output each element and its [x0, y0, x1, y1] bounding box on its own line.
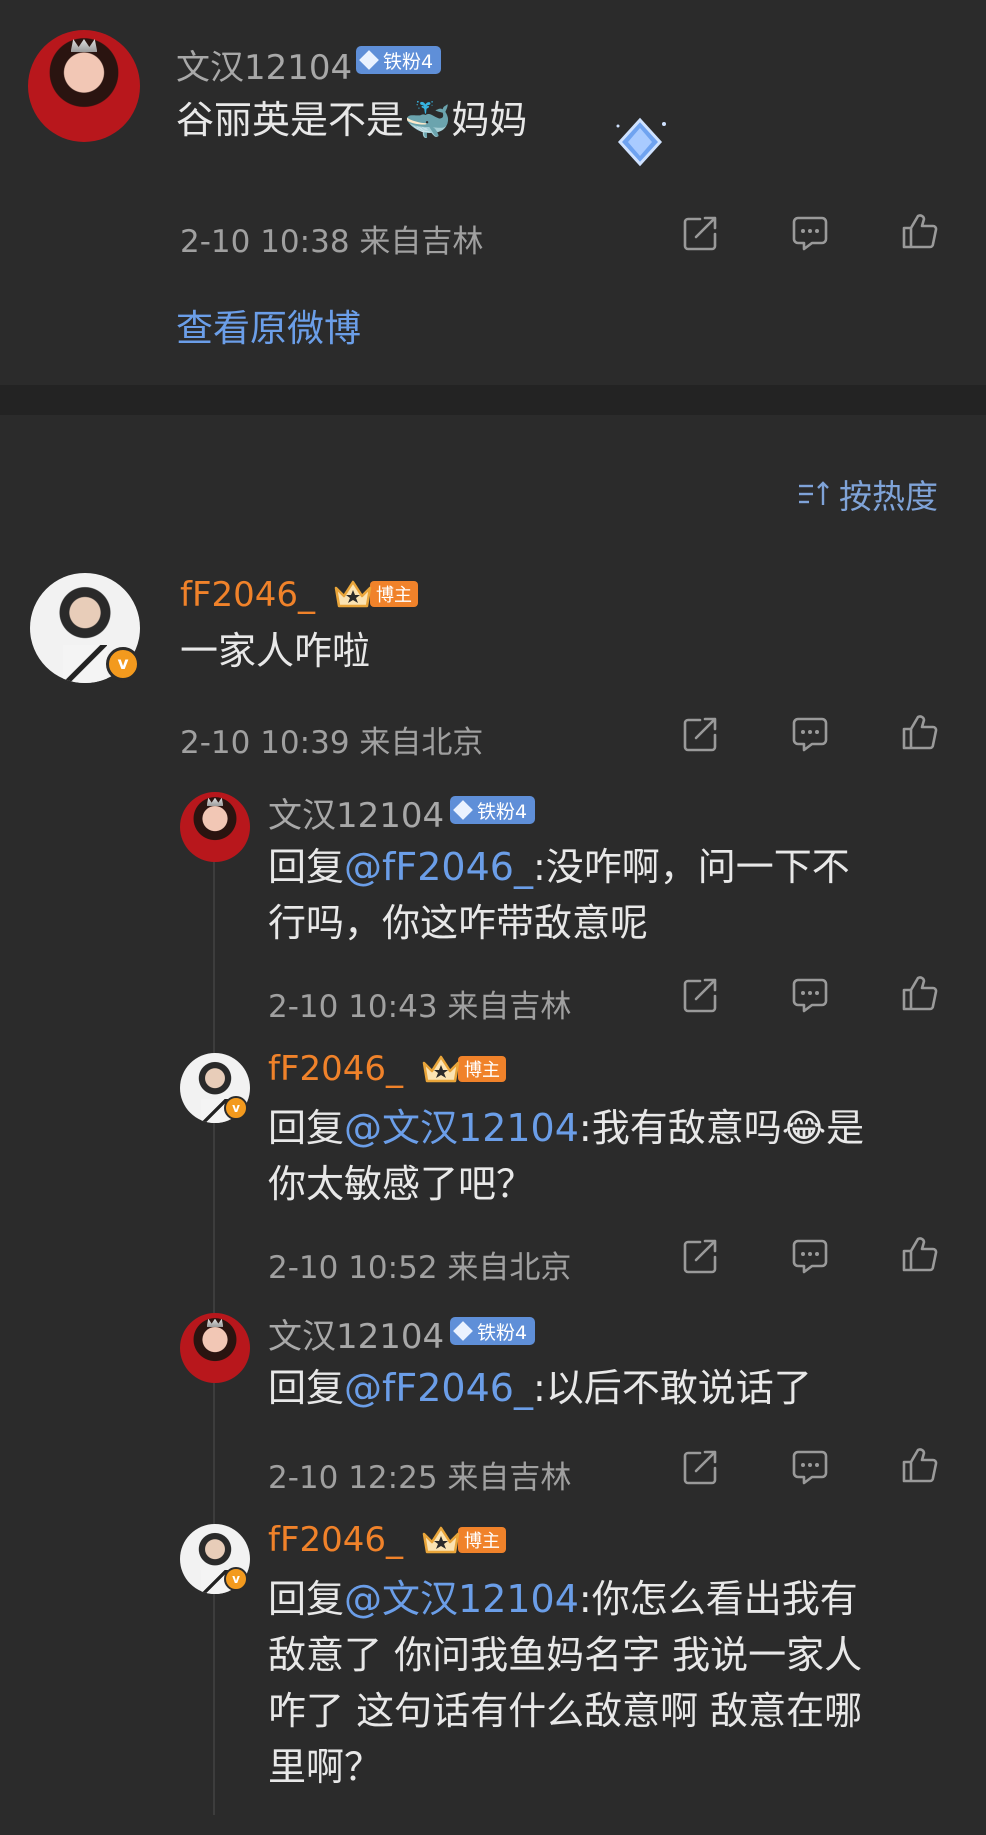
comment-icon[interactable] [790, 975, 830, 1015]
comment-icon[interactable] [790, 714, 830, 754]
fan-badge-label: 铁粉4 [477, 1321, 528, 1344]
reply-text-line3: 咋了 这句话有什么敌意啊 敌意在哪 [268, 1689, 863, 1733]
reply-meta: 2-10 10:52 来自北京 [268, 1250, 572, 1286]
reply-text: 回复@fF2046_:没咋啊，问一下不 行吗，你这咋带敌意呢 [268, 839, 850, 951]
reply-text-line1a: :我有敌意吗 [578, 1106, 782, 1150]
reply-prefix: 回复 [268, 845, 345, 889]
post-text: 谷丽英是不是🐳妈妈 [176, 92, 527, 148]
reply-meta: 2-10 10:43 来自吉林 [268, 989, 572, 1025]
tiara-decoration [206, 797, 224, 806]
share-icon[interactable] [680, 213, 720, 253]
diamond-icon [359, 50, 379, 70]
post-username[interactable]: 文汉12104 [176, 40, 352, 89]
fan-level-badge[interactable]: 铁粉4 [450, 1317, 536, 1345]
reply-username[interactable]: fF2046_ [268, 1049, 403, 1089]
comment-icon[interactable] [790, 1236, 830, 1276]
reply-text: 回复@文汉12104:我有敌意吗😂是 你太敏感了吧？ [268, 1100, 864, 1212]
share-icon[interactable] [680, 714, 720, 754]
reply-username[interactable]: 文汉12104 [268, 788, 444, 837]
collar-decoration [63, 644, 107, 683]
avatar[interactable] [180, 792, 250, 862]
reply-text-line1: :以后不敢说话了 [532, 1366, 812, 1410]
blogger-badge: 博主 [422, 1524, 506, 1556]
blogger-badge: 博主 [334, 578, 418, 610]
tiara-decoration [206, 1318, 224, 1327]
original-post-section: 文汉12104 铁粉4 谷丽英是不是🐳妈妈 2-10 10:38 来自吉林 查看… [0, 0, 986, 385]
diamond-icon [453, 1321, 473, 1341]
comment-username[interactable]: fF2046_ [180, 575, 315, 615]
reply-prefix: 回复 [268, 1366, 345, 1410]
blogger-badge-label: 博主 [370, 581, 418, 607]
reply-username[interactable]: 文汉12104 [268, 1309, 444, 1358]
avatar[interactable] [180, 1313, 250, 1383]
mention-link[interactable]: @fF2046_ [344, 1366, 533, 1410]
blogger-badge-label: 博主 [458, 1527, 506, 1553]
sort-by-hot-button[interactable]: 按热度 [797, 470, 938, 518]
reply-meta: 2-10 12:25 来自吉林 [268, 1460, 572, 1496]
share-icon[interactable] [680, 975, 720, 1015]
laughing-emoji: 😂 [781, 1106, 827, 1150]
comment-icon[interactable] [790, 1447, 830, 1487]
mention-link[interactable]: @文汉12104 [344, 1577, 579, 1621]
share-icon[interactable] [680, 1447, 720, 1487]
blogger-badge: 博主 [422, 1053, 506, 1085]
sort-icon [799, 481, 829, 505]
reply-text: 回复@文汉12104:你怎么看出我有 敌意了 你问我鱼妈名字 我说一家人 咋了 … [268, 1571, 862, 1795]
tiara-decoration [70, 38, 98, 53]
comment-text: 一家人咋啦 [180, 629, 371, 673]
verified-badge-icon: v [224, 1567, 248, 1591]
fan-badge-label: 铁粉4 [477, 800, 528, 823]
diamond-sticker-icon [616, 117, 666, 167]
crown-icon [422, 1526, 460, 1554]
share-icon[interactable] [680, 1236, 720, 1276]
sort-label: 按热度 [839, 477, 938, 516]
like-icon[interactable] [900, 211, 940, 251]
comment-icon[interactable] [790, 213, 830, 253]
like-icon[interactable] [900, 712, 940, 752]
comments-section: 按热度 v fF2046_ 博主 一家人咋啦 2-10 10:39 来自北京 文… [0, 415, 986, 1835]
reply-username[interactable]: fF2046_ [268, 1520, 403, 1560]
post-meta: 2-10 10:38 来自吉林 [180, 224, 484, 260]
reply-prefix: 回复 [268, 1106, 345, 1150]
crown-icon [422, 1055, 460, 1083]
fan-level-badge[interactable]: 铁粉4 [450, 796, 536, 824]
reply-text-line1: :你怎么看出我有 [578, 1577, 858, 1621]
comment-meta: 2-10 10:39 来自北京 [180, 725, 484, 761]
like-icon[interactable] [900, 1445, 940, 1485]
reply-text-line1b: 是 [826, 1106, 865, 1150]
reply-text-line4: 里啊？ [268, 1745, 383, 1789]
diamond-icon [453, 800, 473, 820]
reply-text-line2: 行吗，你这咋带敌意呢 [268, 901, 649, 945]
fan-level-badge[interactable]: 铁粉4 [356, 46, 442, 74]
reply-text-line1: :没咋啊，问一下不 [532, 845, 850, 889]
reply-text-line2: 敌意了 你问我鱼妈名字 我说一家人 [268, 1633, 863, 1677]
fan-badge-label: 铁粉4 [383, 50, 434, 73]
reply-text: 回复@fF2046_:以后不敢说话了 [268, 1360, 812, 1416]
mention-link[interactable]: @文汉12104 [344, 1106, 579, 1150]
verified-badge-icon: v [106, 647, 140, 681]
blogger-badge-label: 博主 [458, 1056, 506, 1082]
view-original-post-link[interactable]: 查看原微博 [176, 298, 361, 352]
mention-link[interactable]: @fF2046_ [344, 845, 533, 889]
like-icon[interactable] [900, 1234, 940, 1274]
reply-text-line2: 你太敏感了吧？ [268, 1162, 535, 1206]
avatar[interactable] [28, 30, 140, 142]
post-text-part2: 妈妈 [451, 98, 528, 142]
crown-icon [334, 580, 372, 608]
reply-prefix: 回复 [268, 1577, 345, 1621]
section-divider [0, 385, 986, 415]
like-icon[interactable] [900, 973, 940, 1013]
whale-emoji: 🐳 [404, 98, 452, 142]
verified-badge-icon: v [224, 1096, 248, 1120]
post-text-part1: 谷丽英是不是 [176, 98, 405, 142]
